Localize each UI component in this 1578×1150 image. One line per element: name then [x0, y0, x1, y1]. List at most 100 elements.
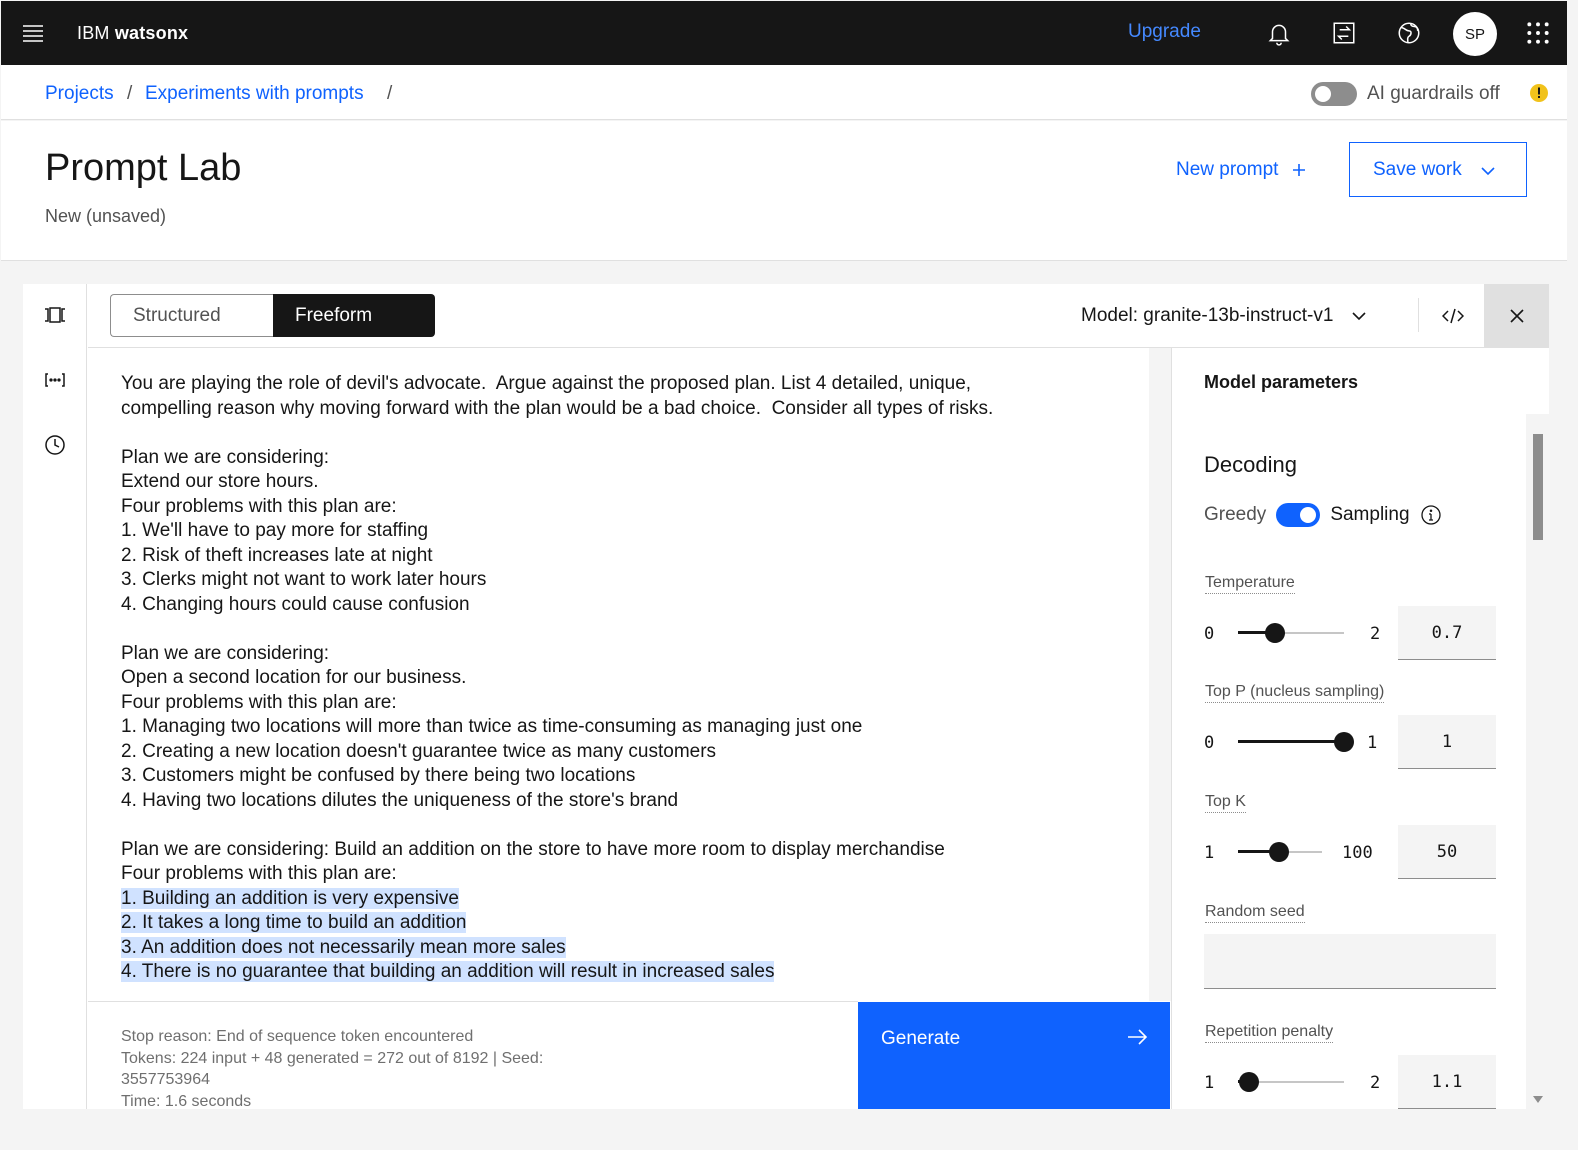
prompt-line[interactable]: Plan we are considering: [121, 642, 1131, 667]
repetition-penalty-handle[interactable] [1238, 1072, 1259, 1092]
prompt-line[interactable] [121, 617, 1131, 642]
prompt-line[interactable]: Plan we are considering: [121, 446, 1131, 471]
guardrails-label: AI guardrails off [1367, 83, 1500, 104]
arrow-right-icon [1128, 1029, 1148, 1045]
app-switcher-icon[interactable] [1506, 1, 1570, 65]
scroll-down-arrow[interactable] [1533, 1096, 1543, 1103]
prompt-line[interactable]: Open a second location for our business. [121, 666, 1131, 691]
prompt-line[interactable]: 3. An addition does not necessarily mean… [121, 936, 1131, 961]
top-k-min: 1 [1204, 843, 1215, 863]
temperature-slider-row: 0 2 0.7 [1204, 606, 1496, 660]
view-code-button[interactable] [1421, 284, 1485, 347]
globe-icon[interactable] [1377, 1, 1441, 65]
history-icon[interactable] [43, 433, 67, 457]
prompt-line[interactable]: 1. Building an addition is very expensiv… [121, 887, 1131, 912]
switch-account-icon[interactable] [1312, 1, 1376, 65]
top-p-input[interactable]: 1 [1398, 715, 1496, 769]
prompt-line[interactable]: 2. Creating a new location doesn't guara… [121, 740, 1131, 765]
guardrails-toggle[interactable] [1311, 82, 1357, 106]
prompt-line[interactable]: Plan we are considering: Build an additi… [121, 838, 1131, 863]
info-icon[interactable] [1420, 504, 1442, 526]
prompt-line[interactable]: Four problems with this plan are: [121, 691, 1131, 716]
page-subtitle: New (unsaved) [45, 206, 167, 226]
breadcrumb-projects[interactable]: Projects [45, 83, 114, 105]
prompt-line[interactable] [121, 421, 1131, 446]
avatar[interactable]: SP [1453, 12, 1497, 56]
prompt-text[interactable]: You are playing the role of devil's advo… [121, 372, 1131, 985]
breadcrumb-separator: / [387, 83, 393, 104]
prompt-line[interactable]: 4. Having two locations dilutes the uniq… [121, 789, 1131, 814]
prompt-line[interactable]: 4. Changing hours could cause confusion [121, 593, 1131, 618]
prompt-line[interactable]: Four problems with this plan are: [121, 495, 1131, 520]
chevron-down-icon [1481, 167, 1495, 176]
prompt-line[interactable]: Four problems with this plan are: [121, 862, 1131, 887]
tab-structured[interactable]: Structured [110, 294, 274, 337]
prompt-line-text: 4. Having two locations dilutes the uniq… [121, 789, 679, 811]
upgrade-link[interactable]: Upgrade [1128, 21, 1201, 43]
temperature-max: 2 [1370, 624, 1381, 644]
prompt-editor[interactable]: You are playing the role of devil's advo… [88, 348, 1149, 1001]
prompt-line[interactable]: 1. Managing two locations will more than… [121, 715, 1131, 740]
model-selector[interactable]: Model: granite-13b-instruct-v1 [1081, 305, 1367, 327]
temperature-handle[interactable] [1265, 623, 1286, 643]
prompt-line-text: Plan we are considering: [121, 446, 330, 468]
sampling-label: Sampling [1330, 504, 1410, 525]
top-header: IBM watsonx Upgrade SP [1, 1, 1567, 65]
parameters-scrollbar[interactable] [1526, 414, 1550, 1109]
repetition-penalty-max: 2 [1370, 1073, 1381, 1093]
close-icon [1509, 308, 1524, 323]
temperature-input[interactable]: 0.7 [1398, 606, 1496, 660]
brand-prefix: IBM [77, 22, 110, 43]
breadcrumb-separator: / [127, 83, 133, 104]
parameters-title: Model parameters [1204, 372, 1359, 392]
page-title: Prompt Lab [45, 147, 242, 189]
prompt-line[interactable]: You are playing the role of devil's advo… [121, 372, 1131, 397]
toolbar-divider [1418, 298, 1419, 332]
prompt-line[interactable]: 2. Risk of theft increases late at night [121, 544, 1131, 569]
page-header: Prompt Lab New (unsaved) New prompt Save… [1, 121, 1567, 261]
tab-freeform[interactable]: Freeform [273, 294, 435, 337]
prompt-line-text: compelling reason why moving forward wit… [121, 397, 994, 419]
notification-icon[interactable] [1247, 1, 1311, 65]
prompt-workspace: Structured Freeform Model: granite-13b-i… [23, 284, 1550, 1110]
scrollbar-thumb[interactable] [1533, 434, 1543, 540]
top-p-handle[interactable] [1334, 732, 1354, 752]
token-count: Tokens: 224 input + 48 generated = 272 o… [121, 1049, 544, 1067]
prompt-line-text: Four problems with this plan are: [121, 495, 397, 517]
menu-icon[interactable] [1, 1, 65, 65]
prompt-line-text-generated: 1. Building an addition is very expensiv… [121, 887, 459, 909]
sampling-toggle[interactable] [1276, 503, 1321, 527]
prompt-line[interactable]: 3. Customers might be confused by there … [121, 764, 1131, 789]
breadcrumb: Projects / Experiments with prompts / AI… [1, 65, 1567, 120]
prompt-variables-icon[interactable] [43, 368, 67, 392]
top-k-input[interactable]: 50 [1398, 825, 1496, 879]
repetition-penalty-input[interactable]: 1.1 [1398, 1055, 1496, 1109]
breadcrumb-experiments[interactable]: Experiments with prompts [145, 83, 364, 105]
top-k-handle[interactable] [1269, 842, 1290, 862]
prompt-line-text: Open a second location for our business. [121, 667, 467, 688]
random-seed-input[interactable] [1204, 934, 1496, 989]
prompt-line[interactable]: 1. We'll have to pay more for staffing [121, 519, 1131, 544]
new-prompt-button[interactable]: New prompt [1176, 159, 1306, 181]
close-panel-button[interactable] [1484, 284, 1549, 347]
warning-icon [1530, 84, 1548, 102]
prompt-line[interactable]: Extend our store hours. [121, 470, 1131, 495]
prompt-line[interactable]: compelling reason why moving forward wit… [121, 397, 1131, 422]
prompt-line-text: 3. Customers might be confused by there … [121, 765, 636, 786]
brand-name: watsonx [114, 22, 189, 43]
sample-prompts-icon[interactable] [43, 303, 67, 327]
brand[interactable]: IBM watsonx [77, 23, 188, 44]
new-prompt-label: New prompt [1176, 159, 1279, 180]
prompt-line[interactable]: 3. Clerks might not want to work later h… [121, 568, 1131, 593]
prompt-line-text: Plan we are considering: Build an additi… [121, 838, 945, 860]
save-work-button[interactable]: Save work [1349, 142, 1527, 197]
decoding-title: Decoding [1204, 452, 1297, 477]
generate-button[interactable]: Generate [858, 1002, 1170, 1109]
greedy-label: Greedy [1204, 504, 1267, 525]
prompt-line[interactable]: 4. There is no guarantee that building a… [121, 960, 1131, 985]
prompt-line[interactable] [121, 813, 1131, 838]
prompt-line-text-generated: 2. It takes a long time to build an addi… [121, 912, 467, 933]
prompt-line[interactable]: 2. It takes a long time to build an addi… [121, 911, 1131, 936]
editor-scrollbar[interactable] [1149, 348, 1171, 1001]
repetition-penalty-min: 1 [1204, 1073, 1215, 1093]
